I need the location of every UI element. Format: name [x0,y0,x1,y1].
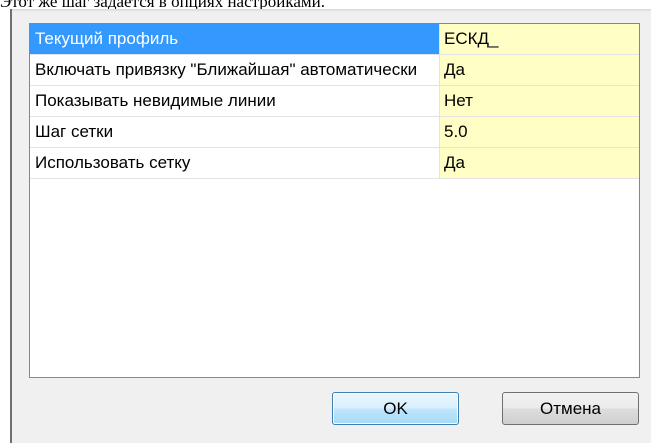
property-value[interactable]: ЕСКД_ [440,24,639,54]
property-value[interactable]: Да [440,55,639,85]
ok-button[interactable]: OK [332,392,459,425]
property-grid[interactable]: Текущий профиль ЕСКД_ Включать привязку … [29,23,640,378]
dialog-top-edge [12,9,651,12]
property-name: Текущий профиль [30,24,440,54]
property-name: Шаг сетки [30,117,440,147]
property-row-current-profile[interactable]: Текущий профиль ЕСКД_ [30,24,639,55]
property-row-nearest-snap[interactable]: Включать привязку "Ближайшая" автоматиче… [30,55,639,86]
property-name: Включать привязку "Ближайшая" автоматиче… [30,55,440,85]
cancel-button[interactable]: Отмена [502,392,639,425]
property-value[interactable]: Да [440,148,639,178]
property-name: Использовать сетку [30,148,440,178]
property-value[interactable]: Нет [440,86,639,116]
property-row-grid-step[interactable]: Шаг сетки 5.0 [30,117,639,148]
property-name: Показывать невидимые линии [30,86,440,116]
property-value[interactable]: 5.0 [440,117,639,147]
property-row-hidden-lines[interactable]: Показывать невидимые линии Нет [30,86,639,117]
settings-dialog: Текущий профиль ЕСКД_ Включать привязку … [10,9,651,443]
property-row-use-grid[interactable]: Использовать сетку Да [30,148,639,179]
